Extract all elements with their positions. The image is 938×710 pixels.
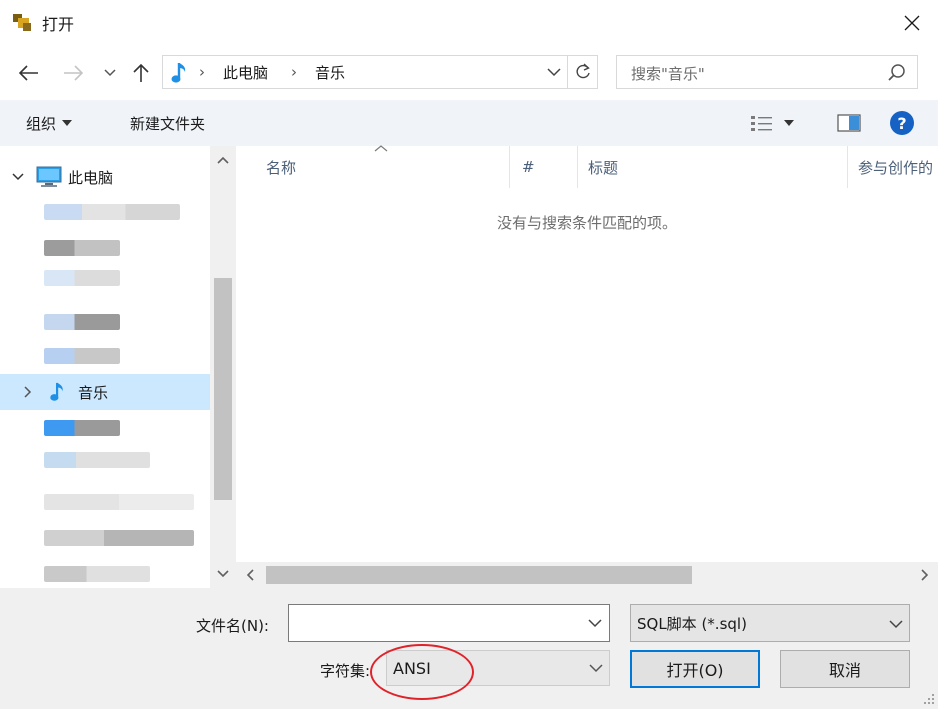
filename-input[interactable] (288, 604, 610, 642)
obscured-nav-item[interactable] (44, 348, 120, 364)
address-dropdown-button[interactable] (540, 56, 567, 88)
computer-icon (36, 166, 62, 187)
nav-item-this-pc[interactable]: 此电脑 (0, 162, 210, 192)
cancel-button[interactable]: 取消 (780, 650, 910, 688)
back-icon (19, 65, 38, 81)
empty-results-message: 没有与搜索条件匹配的项。 (496, 214, 677, 232)
filename-dropdown-button[interactable] (583, 611, 607, 635)
preview-pane-button[interactable] (832, 108, 866, 138)
back-button[interactable] (14, 58, 44, 88)
obscured-nav-item[interactable] (44, 530, 194, 546)
search-icon (887, 63, 907, 83)
recent-locations-icon (104, 69, 116, 77)
help-button[interactable]: ? (886, 107, 918, 139)
obscured-nav-item[interactable] (44, 420, 120, 436)
horizontal-scrollbar[interactable] (236, 562, 938, 588)
column-header-number[interactable]: # (510, 146, 578, 188)
organize-label: 组织 (26, 114, 57, 133)
file-list: 名称 # 标题 参与创作的 没有与搜索条件匹配的项。 (236, 145, 938, 588)
app-icon (12, 12, 34, 34)
filename-label: 文件名(N): (196, 617, 269, 635)
chevron-down-icon (885, 613, 907, 635)
filetype-value: SQL脚本 (*.sql) (637, 614, 747, 633)
preview-pane-icon (837, 114, 861, 132)
up-icon (133, 63, 149, 82)
close-button[interactable] (890, 6, 934, 40)
dialog-footer: 文件名(N): SQL脚本 (*.sql) 字符集: ANSI 打开(O) 取消 (0, 588, 938, 709)
svg-text:?: ? (897, 114, 906, 133)
scrollbar-thumb[interactable] (266, 566, 692, 584)
organize-button[interactable]: 组织 (16, 108, 82, 138)
chevron-down-icon (217, 570, 229, 578)
chevron-down-icon (585, 657, 607, 679)
navigation-pane: 此电脑 音乐 (0, 146, 236, 588)
breadcrumb-separator-icon: › (199, 63, 205, 81)
breadcrumb-separator-icon: › (291, 63, 297, 81)
breadcrumb-pc[interactable]: 此电脑 (223, 62, 268, 83)
refresh-button[interactable] (568, 55, 598, 89)
sort-ascending-icon (374, 145, 388, 152)
music-icon (169, 60, 191, 86)
up-button[interactable] (126, 58, 156, 88)
charset-label: 字符集: (320, 662, 371, 680)
view-options-icon (751, 116, 772, 131)
scroll-left-button[interactable] (236, 562, 264, 588)
open-button[interactable]: 打开(O) (630, 650, 760, 688)
caret-down-icon (784, 120, 794, 126)
obscured-nav-item[interactable] (44, 452, 150, 468)
new-folder-button[interactable]: 新建文件夹 (120, 108, 215, 138)
nav-item-music[interactable]: 音乐 (0, 374, 210, 410)
scroll-right-button[interactable] (912, 562, 938, 588)
obscured-nav-item[interactable] (44, 204, 180, 220)
address-bar[interactable]: › 此电脑 › 音乐 (162, 55, 568, 89)
nav-item-label: 此电脑 (68, 168, 114, 187)
caret-down-icon (62, 120, 73, 126)
obscured-nav-item[interactable] (44, 494, 194, 510)
chevron-right-icon (921, 569, 929, 581)
refresh-icon (576, 63, 590, 79)
highlight-circle-annotation (370, 644, 474, 700)
scrollbar-thumb[interactable] (214, 278, 232, 500)
column-header-contributing-artists[interactable]: 参与创作的 (848, 146, 938, 188)
close-icon (904, 15, 920, 31)
scroll-up-button[interactable] (210, 146, 236, 174)
music-icon (50, 382, 63, 401)
search-placeholder: 搜索"音乐" (631, 65, 705, 83)
nav-scrollbar[interactable] (210, 146, 236, 588)
chevron-down-icon (588, 619, 602, 628)
window-title: 打开 (42, 15, 75, 34)
view-options-button[interactable] (750, 108, 810, 138)
filetype-select[interactable]: SQL脚本 (*.sql) (630, 604, 910, 642)
column-label: 名称 (266, 158, 297, 177)
title-bar: 打开 (0, 0, 938, 46)
obscured-nav-item[interactable] (44, 314, 120, 330)
nav-item-label: 音乐 (78, 383, 109, 402)
chevron-right-icon (24, 386, 32, 398)
obscured-nav-item[interactable] (44, 270, 120, 286)
recent-locations-button[interactable] (100, 60, 120, 86)
column-header-name[interactable]: 名称 (236, 145, 510, 188)
breadcrumb-music[interactable]: 音乐 (315, 62, 345, 83)
obscured-nav-item[interactable] (44, 566, 150, 582)
obscured-nav-item[interactable] (44, 240, 120, 256)
column-header-title[interactable]: 标题 (578, 146, 848, 188)
forward-button[interactable] (58, 58, 88, 88)
forward-icon (64, 65, 83, 81)
command-toolbar: 组织 新建文件夹 ? (0, 100, 938, 146)
search-input[interactable]: 搜索"音乐" (616, 55, 918, 89)
chevron-left-icon (246, 569, 254, 581)
help-icon: ? (890, 111, 914, 135)
chevron-down-icon (546, 67, 561, 76)
chevron-up-icon (217, 156, 229, 164)
chevron-down-icon (12, 173, 24, 181)
scroll-down-button[interactable] (210, 560, 236, 588)
resize-grip-icon[interactable] (922, 692, 936, 706)
